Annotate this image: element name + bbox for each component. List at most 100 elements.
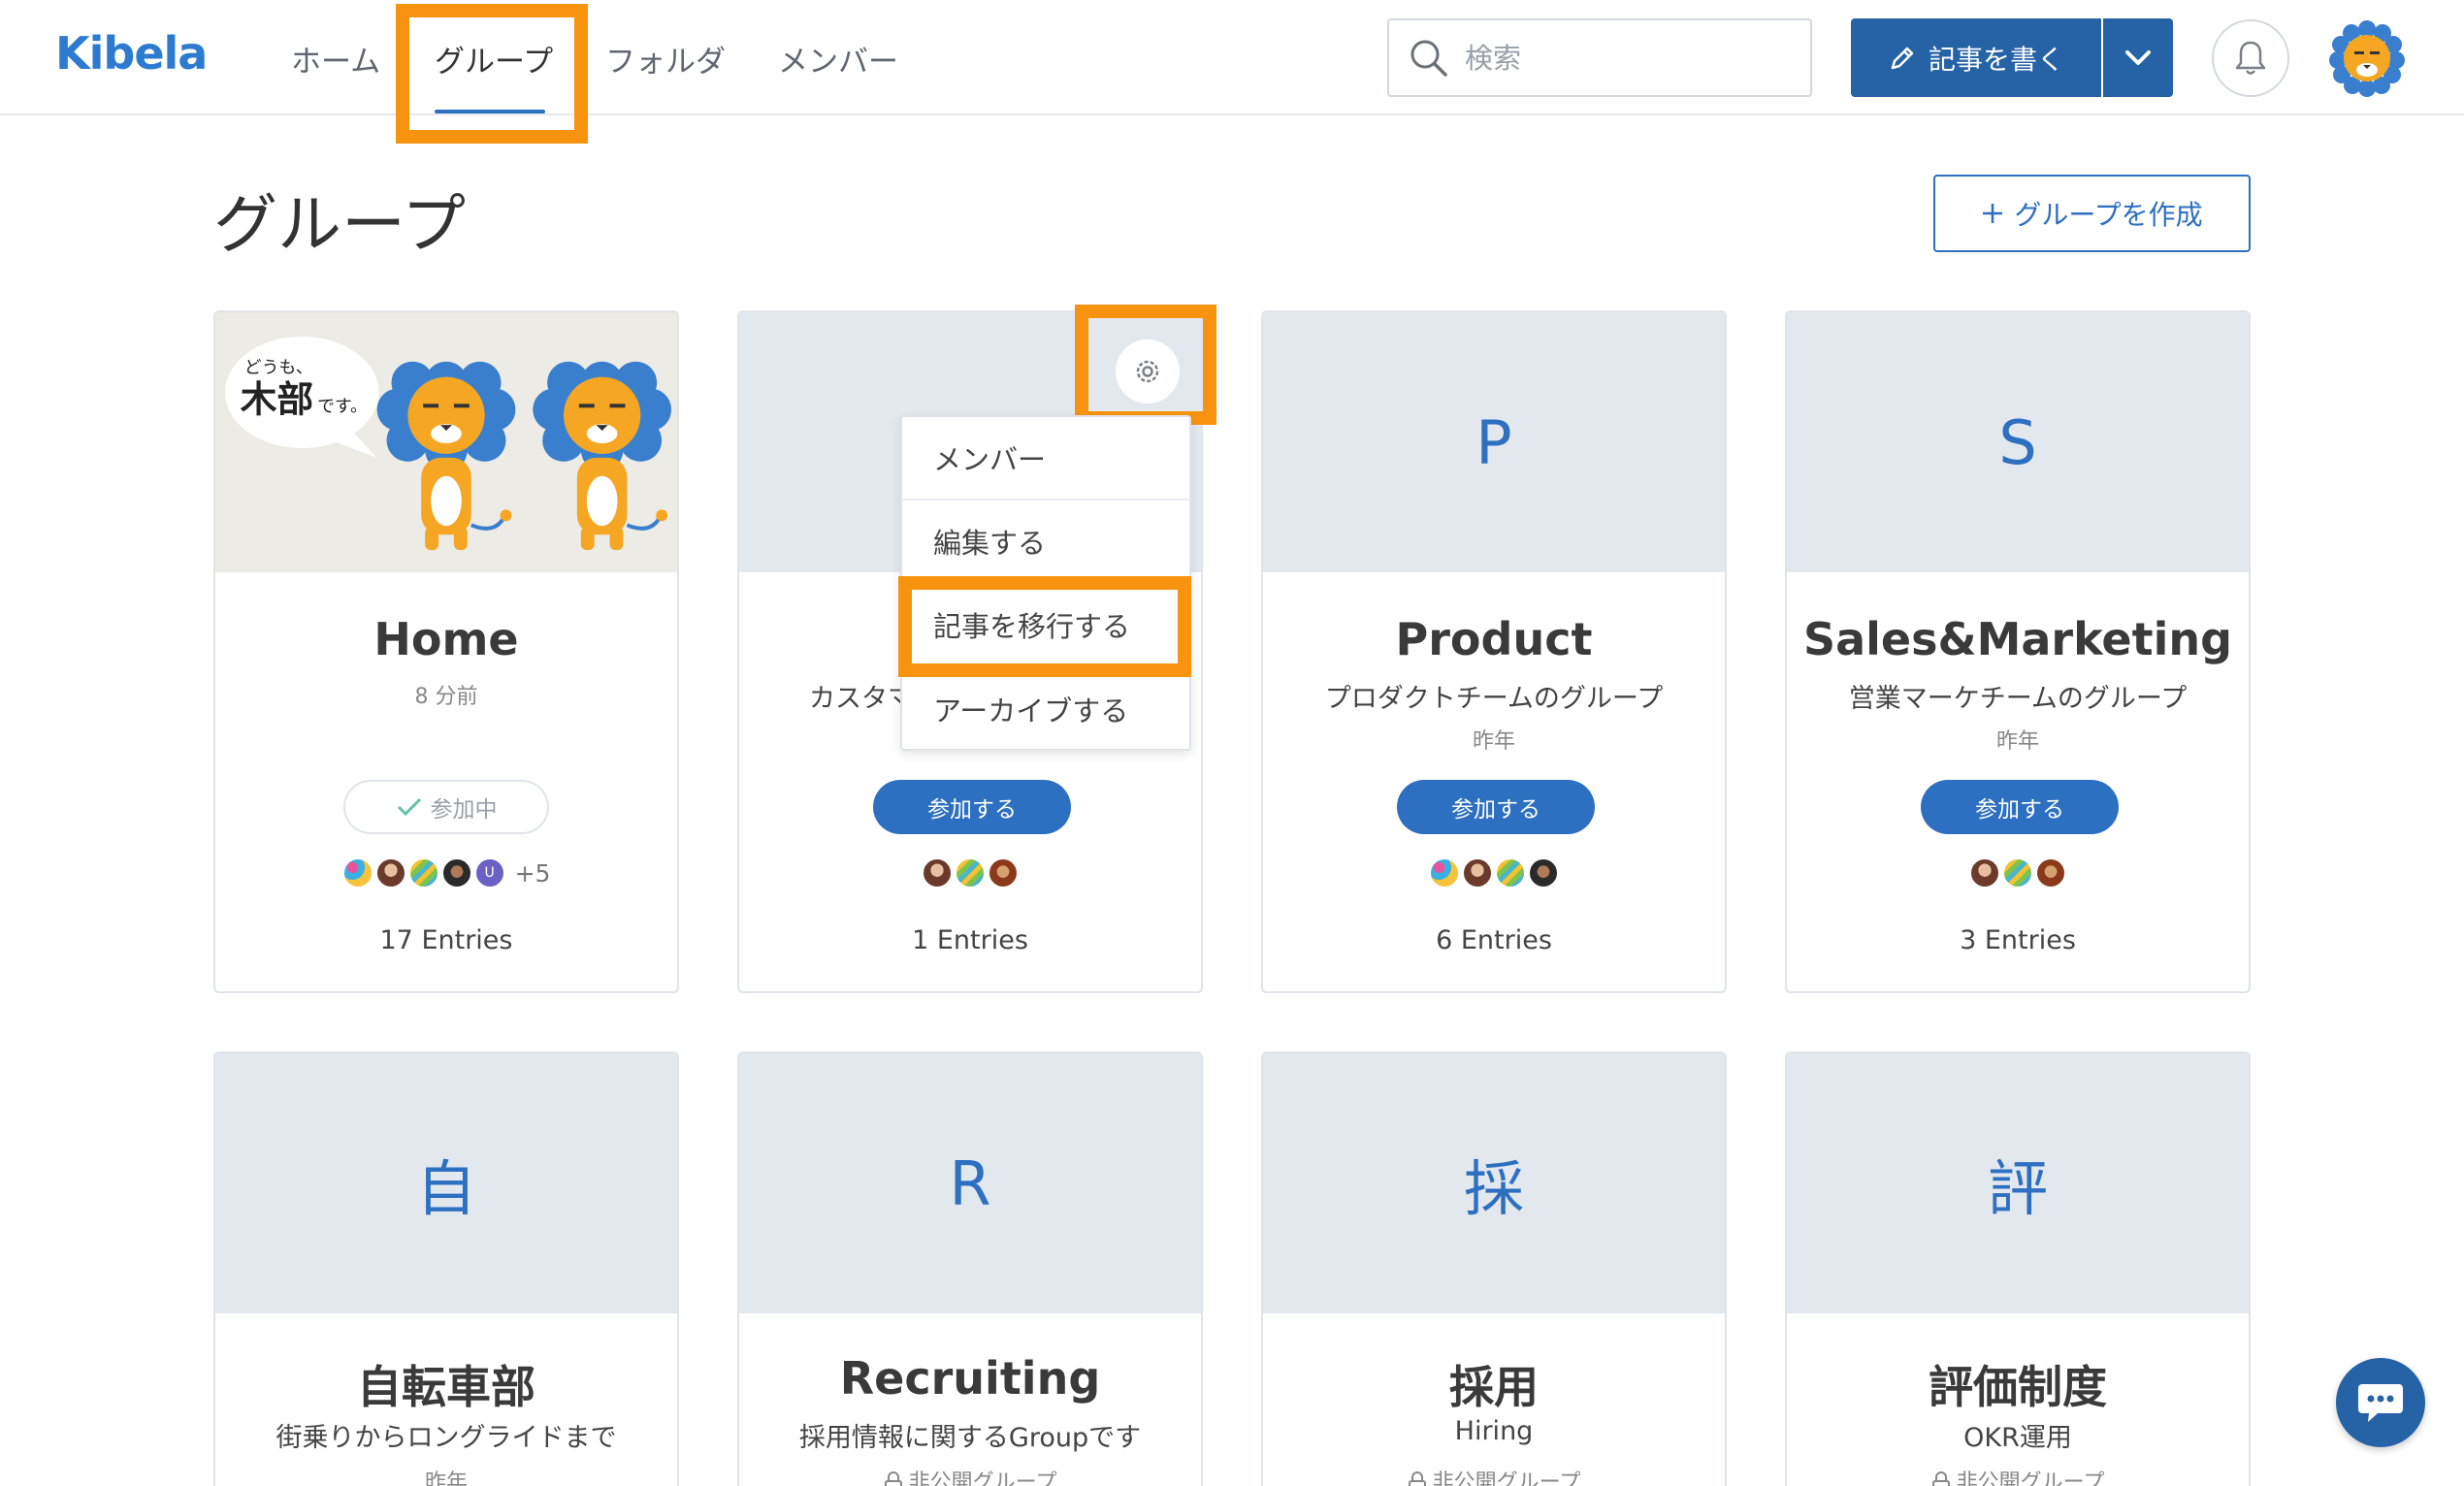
join-group-button[interactable]: 参加する xyxy=(1397,780,1595,834)
group-card-evaluation[interactable]: 評 評価制度 OKR運用 非公開グループ xyxy=(1785,1051,2251,1486)
group-banner: P xyxy=(1263,312,1725,572)
member-avatars xyxy=(739,857,1201,888)
bell-icon xyxy=(2235,41,2266,75)
joined-status-button[interactable]: 参加中 xyxy=(343,780,549,834)
menu-item-members[interactable]: メンバー xyxy=(902,417,1189,501)
member-avatar: U xyxy=(473,857,505,888)
entries-count[interactable]: 3 Entries xyxy=(1787,925,2249,955)
group-description: 採用情報に関するGroupです xyxy=(798,1423,1142,1453)
private-group-text: 非公開グループ xyxy=(908,1470,1057,1486)
member-avatar xyxy=(1495,857,1526,888)
group-name: Home xyxy=(373,613,519,665)
group-initial: 評 xyxy=(1987,1153,2048,1224)
group-description: 街乗りからロングライドまで xyxy=(276,1423,617,1453)
group-initial: 採 xyxy=(1463,1153,1524,1224)
member-avatar xyxy=(1969,857,2000,888)
member-avatar xyxy=(2035,857,2066,888)
group-banner-home: どうも、 木部 です。 xyxy=(215,312,677,572)
group-name: Sales&Marketing xyxy=(1802,613,2233,665)
member-avatar xyxy=(922,857,953,888)
group-updated-time: 昨年 xyxy=(1995,729,2039,754)
write-article-button[interactable]: 記事を書く xyxy=(1851,18,2101,97)
group-description: プロダクトチームのグループ xyxy=(1324,684,1664,714)
entries-count[interactable]: 1 Entries xyxy=(739,925,1201,955)
search-box[interactable] xyxy=(1387,18,1812,97)
group-updated-time: 昨年 xyxy=(1472,729,1515,754)
lion-1 xyxy=(376,361,516,551)
member-avatar xyxy=(2002,857,2033,888)
lock-icon xyxy=(884,1471,902,1486)
group-name: Product xyxy=(1395,613,1593,665)
join-group-button[interactable]: 参加する xyxy=(1921,780,2119,834)
group-card-product[interactable]: P Product プロダクトチームのグループ 昨年 参加する 6 Entrie… xyxy=(1261,310,1727,993)
group-banner: S xyxy=(1787,312,2249,572)
write-options-dropdown[interactable] xyxy=(2103,18,2173,97)
group-description: OKR運用 xyxy=(1963,1423,2072,1453)
member-avatars xyxy=(1787,857,2249,888)
group-updated-time: 8 分前 xyxy=(414,685,478,709)
nav-members[interactable]: メンバー xyxy=(778,37,898,81)
menu-item-edit[interactable]: 編集する xyxy=(902,501,1189,584)
group-name: 採用 xyxy=(1449,1361,1539,1413)
private-group-label: 非公開グループ xyxy=(1787,1465,2249,1486)
member-avatar xyxy=(1429,857,1460,888)
notifications-button[interactable] xyxy=(2212,19,2289,97)
chat-bubble-icon xyxy=(2358,1384,2403,1422)
nav-folders[interactable]: フォルダ xyxy=(605,37,726,81)
lion-2 xyxy=(533,361,672,551)
nav-groups-highlight xyxy=(396,4,588,144)
pencil-icon xyxy=(1891,47,1914,69)
user-avatar[interactable] xyxy=(2328,19,2406,97)
member-avatar xyxy=(1462,857,1493,888)
member-avatar xyxy=(1528,857,1559,888)
group-card-cycling[interactable]: 自 自転車部 街乗りからロングライドまで 昨年 xyxy=(213,1051,679,1486)
group-description: Hiring xyxy=(1454,1416,1534,1446)
group-card-hiring[interactable]: 採 採用 Hiring 非公開グループ xyxy=(1261,1051,1727,1486)
group-card-sales-marketing[interactable]: S Sales&Marketing 営業マーケチームのグループ 昨年 参加する … xyxy=(1785,310,2251,993)
create-group-button[interactable]: グループを作成 xyxy=(1933,175,2251,252)
page-title: グループ xyxy=(213,187,467,262)
private-group-text: 非公開グループ xyxy=(1432,1470,1581,1486)
private-group-label: 非公開グループ xyxy=(739,1465,1201,1486)
create-group-label: グループを作成 xyxy=(2014,199,2203,231)
chevron-down-icon xyxy=(2125,49,2151,65)
group-banner: R xyxy=(739,1053,1201,1313)
lock-icon xyxy=(1931,1471,1950,1486)
top-header: Kibela ホーム グループ フォルダ メンバー 記事を書く xyxy=(0,0,2464,115)
private-group-label: 非公開グループ xyxy=(1263,1465,1725,1486)
private-group-text: 非公開グループ xyxy=(1956,1470,2105,1486)
extra-members-count: +5 xyxy=(514,858,551,888)
group-initial: P xyxy=(1475,406,1512,478)
join-group-button[interactable]: 参加する xyxy=(873,780,1071,834)
group-updated-time: 昨年 xyxy=(424,1470,468,1486)
group-name: 自転車部 xyxy=(357,1361,535,1413)
move-articles-highlight xyxy=(898,576,1191,677)
group-card-recruiting[interactable]: R Recruiting 採用情報に関するGroupです 非公開グループ xyxy=(737,1051,1203,1486)
plus-icon xyxy=(1983,204,2003,223)
member-avatar xyxy=(407,857,439,888)
lock-icon xyxy=(1408,1471,1426,1486)
support-chat-button[interactable] xyxy=(2336,1358,2425,1447)
group-initial: R xyxy=(949,1147,991,1219)
member-avatar xyxy=(440,857,472,888)
member-avatars: U +5 xyxy=(215,857,677,888)
group-banner: 自 xyxy=(215,1053,677,1313)
member-avatar xyxy=(374,857,406,888)
member-avatars xyxy=(1263,857,1725,888)
settings-highlight xyxy=(1075,305,1216,425)
group-name: 評価制度 xyxy=(1929,1361,2107,1413)
group-initial: 自 xyxy=(415,1153,476,1224)
speech-big: 木部 xyxy=(241,377,313,420)
search-input[interactable] xyxy=(1465,34,1795,82)
write-article-label: 記事を書く xyxy=(1928,43,2064,76)
group-initial: S xyxy=(1998,406,2037,478)
menu-item-archive[interactable]: アーカイブする xyxy=(902,667,1189,751)
entries-count[interactable]: 6 Entries xyxy=(1263,925,1725,955)
kibela-logo[interactable]: Kibela xyxy=(55,27,208,80)
group-name: Recruiting xyxy=(839,1352,1101,1405)
entries-count[interactable]: 17 Entries xyxy=(215,925,677,955)
group-card-home[interactable]: どうも、 木部 です。 Home 8 分前 参加中 U +5 17 Entrie… xyxy=(213,310,679,993)
nav-home[interactable]: ホーム xyxy=(291,37,380,81)
lion-avatar-icon xyxy=(2329,20,2405,97)
member-avatar xyxy=(955,857,986,888)
